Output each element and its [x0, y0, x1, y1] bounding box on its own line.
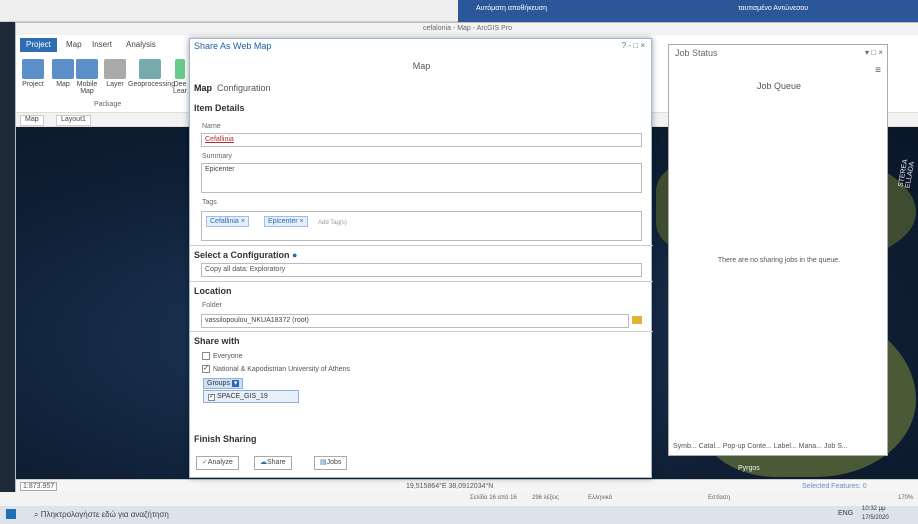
focus-button[interactable]: Εστίαση [708, 495, 730, 501]
page-count: Σελίδα 16 από 16 [470, 495, 517, 501]
taskbar-search[interactable]: ⌕ Πληκτρολογήστε εδώ για αναζήτηση [34, 508, 228, 522]
pane-tabs[interactable]: Symb... Catal... Pop-up Conte... Label..… [673, 443, 885, 450]
info-icon[interactable]: ● [292, 250, 297, 260]
name-input[interactable]: Cefallinia [201, 133, 642, 147]
clock-time[interactable]: 10:32 μμ [862, 506, 886, 512]
view-tab-map[interactable]: Map [20, 115, 44, 126]
name-label: Name [202, 123, 221, 130]
geoprocessing-button[interactable]: Geoprocessing [128, 59, 175, 101]
taskbar: ⌕ Πληκτρολογήστε εδώ για αναζήτηση ENG 1… [0, 506, 918, 524]
job-pane-controls[interactable]: ▾ □ × [865, 48, 883, 57]
share-subtitle: Map [412, 61, 431, 71]
jobs-icon: ▤ [320, 459, 327, 466]
tag-placeholder: Add Tag(s) [318, 220, 347, 226]
geoprocessing-icon [139, 59, 161, 79]
tab-project[interactable]: Project [20, 38, 57, 52]
folder-select[interactable]: vassilopoulou_NKUA18372 (root) [201, 314, 629, 328]
share-web-map-pane: Share As Web Map ? - □ × Map Map Configu… [189, 38, 653, 478]
word-count: 296 λέξεις [532, 495, 559, 501]
jobs-button[interactable]: ▤Jobs [314, 456, 348, 470]
item-details-heading: Item Details [194, 103, 245, 113]
project-icon [22, 59, 44, 79]
summary-label: Summary [202, 153, 232, 160]
divider [190, 331, 653, 332]
layer-icon [104, 59, 126, 79]
mobile-map-button[interactable]: Mobile Map [72, 59, 102, 101]
word-status-bar: Σελίδα 16 από 16 296 λέξεις Ελληνικά Εστ… [0, 492, 918, 506]
project-button[interactable]: Project [18, 59, 48, 101]
map-icon [52, 59, 74, 79]
cloud-icon: ☁ [260, 459, 267, 466]
folder-icon[interactable] [632, 316, 642, 324]
language: Ελληνικά [588, 495, 613, 501]
menu-icon[interactable]: ≡ [875, 65, 881, 76]
org-checkbox[interactable]: ✓ National & Kapodistrian University of A… [202, 365, 350, 373]
summary-input[interactable]: Epicenter [201, 163, 642, 193]
tag-chip[interactable]: Epicenter × [264, 216, 308, 227]
location-heading: Location [194, 286, 232, 296]
layer-button[interactable]: Layer [100, 59, 130, 101]
pane-controls[interactable]: ? - □ × [622, 41, 645, 50]
clock-date[interactable]: 17/5/2020 [862, 515, 889, 521]
folder-label: Folder [202, 302, 222, 309]
tags-input[interactable]: Cefallinia × Epicenter × Add Tag(s) [201, 211, 642, 241]
finish-heading: Finish Sharing [194, 434, 257, 444]
job-empty-message: There are no sharing jobs in the queue. [717, 257, 841, 264]
user-name: ταυτισμένο Αντώνεσου [738, 5, 809, 12]
coordinates: 19,515864°E 38,0912034°N [406, 483, 494, 490]
divider [190, 245, 653, 246]
tag-chip[interactable]: Cefallinia × [206, 216, 249, 227]
share-title: Share As Web Map [194, 41, 272, 51]
status-bar: 1:873.957 19,515864°E 38,0912034°N Selec… [16, 479, 918, 493]
tab-map-details[interactable]: Map [194, 83, 212, 93]
windows-icon[interactable] [6, 509, 16, 519]
word-blue-title: Αυτόματη αποθήκευση ταυτισμένο Αντώνεσου [458, 0, 918, 22]
dee-icon [175, 59, 185, 79]
job-queue-heading: Job Queue [756, 81, 802, 91]
mobile-map-icon [76, 59, 98, 79]
everyone-checkbox[interactable]: Everyone [202, 352, 243, 360]
group-item[interactable]: ✓ SPACE_GIS_19 [203, 390, 299, 403]
groups-dropdown[interactable]: Groups ▾ [203, 378, 244, 389]
search-icon: ⌕ [34, 510, 39, 519]
share-with-heading: Share with [194, 336, 240, 346]
view-tab-layout[interactable]: Layout1 [56, 115, 91, 126]
sterea-label: STEREA ELLADA [897, 159, 916, 189]
autosave-label: Αυτόματη αποθήκευση [476, 5, 547, 12]
group-label: Package [94, 101, 122, 108]
job-status-pane: Job Status ▾ □ × Job Queue ≡ There are n… [668, 44, 888, 456]
scale-field[interactable]: 1:873.957 [20, 482, 58, 491]
tab-analysis[interactable]: Analysis [120, 38, 162, 52]
analyze-button[interactable]: ✓Analyze [196, 456, 239, 470]
selected-features[interactable]: Selected Features: 0 [802, 483, 867, 490]
tab-map[interactable]: Map [60, 38, 88, 52]
pro-title: cefalonia - Map - ArcGIS Pro [16, 23, 918, 35]
input-language[interactable]: ENG [838, 510, 853, 517]
config-select[interactable]: Copy all data: Exploratory [201, 263, 642, 277]
share-button[interactable]: ☁Share [254, 456, 292, 470]
chevron-down-icon[interactable]: ▾ [231, 380, 240, 387]
tab-insert[interactable]: Insert [86, 38, 118, 52]
tab-configuration[interactable]: Configuration [217, 83, 271, 93]
config-heading: Select a Configuration ● [194, 250, 298, 260]
tags-label: Tags [202, 199, 217, 206]
job-status-title: Job Status [675, 48, 718, 58]
dee-button[interactable]: Dee Lear [172, 59, 188, 101]
pyrgos-label: Pyrgos [738, 465, 760, 472]
zoom-level[interactable]: 170% [898, 495, 913, 501]
divider [190, 281, 653, 282]
